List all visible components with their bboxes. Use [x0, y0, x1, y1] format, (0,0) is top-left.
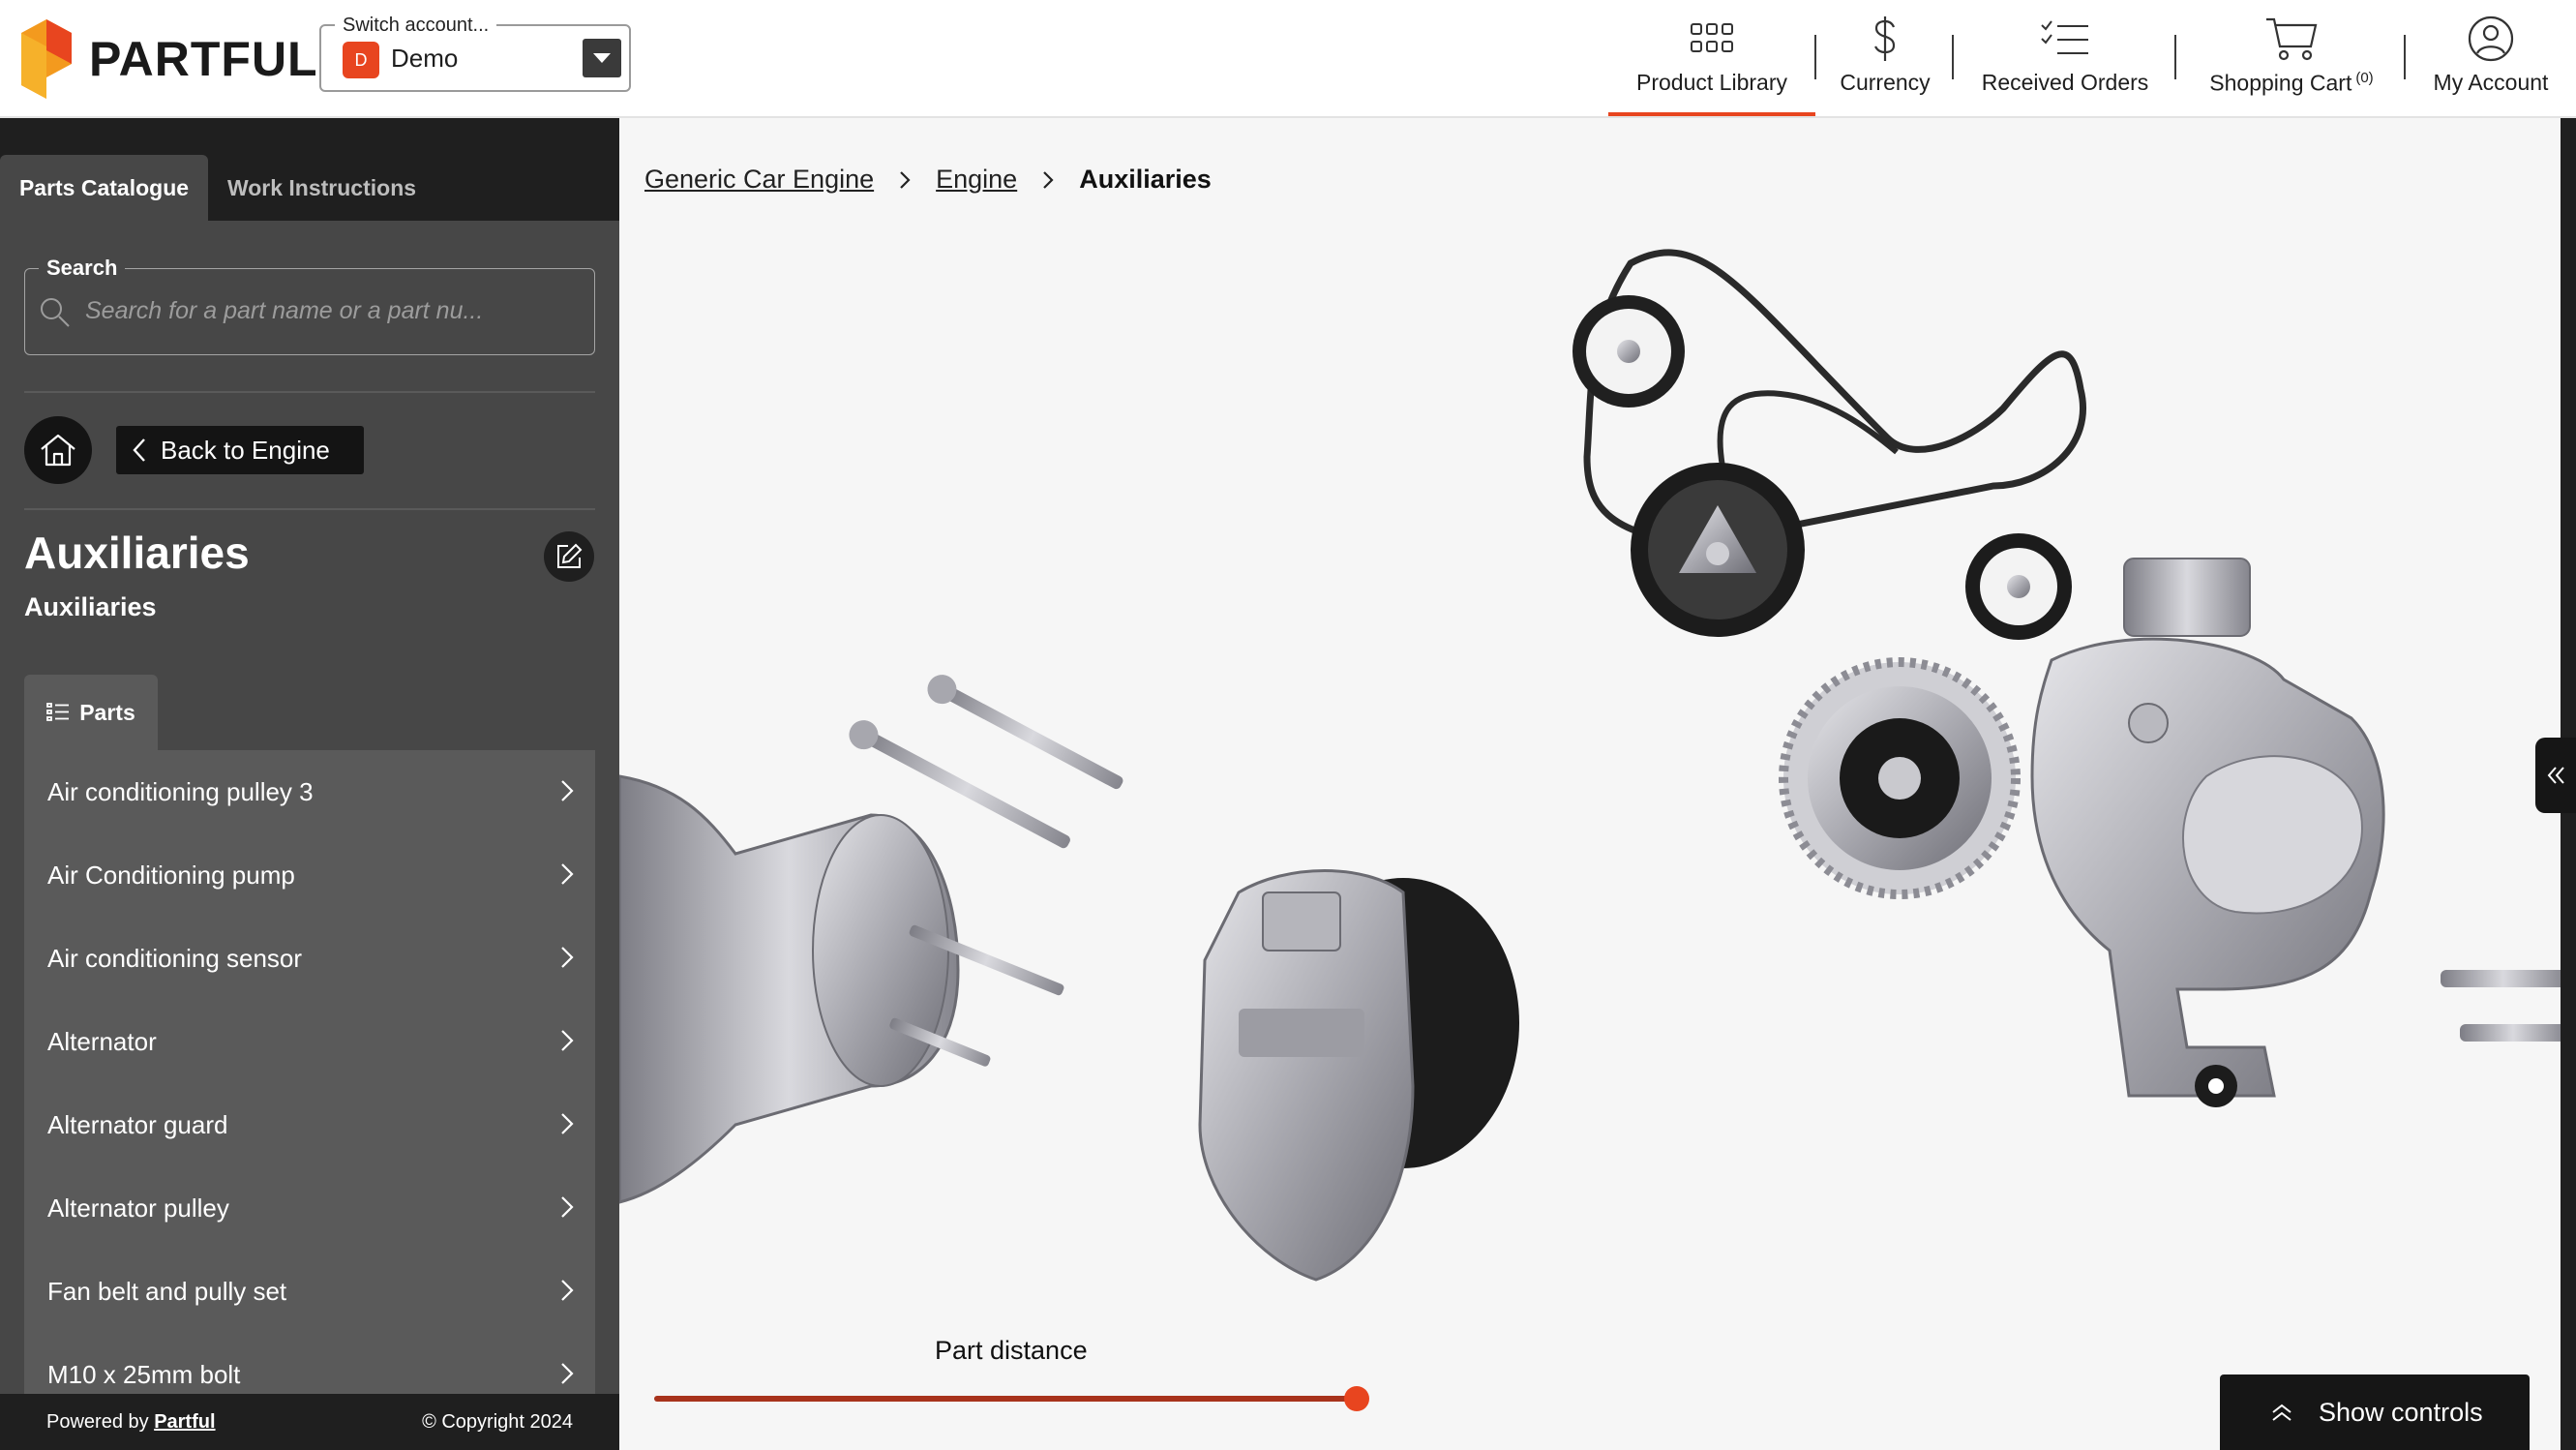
- chevron-right-icon: [561, 1113, 574, 1134]
- chevron-double-up-icon: [2272, 1404, 2291, 1421]
- chevron-right-icon: [1042, 170, 1054, 190]
- account-name: Demo: [391, 44, 459, 73]
- list-item[interactable]: Alternator pulley: [24, 1166, 595, 1250]
- tab-parts[interactable]: Parts: [24, 675, 158, 750]
- divider: [24, 508, 595, 510]
- part-name: Alternator pulley: [47, 1193, 229, 1223]
- dollar-icon: [1871, 14, 1900, 64]
- nav-label: My Account: [2433, 70, 2549, 95]
- nav-label: Product Library: [1636, 70, 1787, 95]
- account-switcher-label: Switch account...: [335, 15, 497, 37]
- chevron-right-icon: [561, 780, 574, 801]
- list-item[interactable]: Air conditioning sensor: [24, 917, 595, 1000]
- list-item[interactable]: Alternator guard: [24, 1083, 595, 1166]
- partful-link[interactable]: Partful: [154, 1411, 215, 1433]
- nav-currency[interactable]: Currency: [1835, 0, 1935, 116]
- section-subtitle: Auxiliaries: [24, 592, 157, 621]
- nav-label: Shopping Cart: [2209, 70, 2352, 96]
- edit-button[interactable]: [544, 531, 594, 582]
- parts-tab-label: Parts: [79, 699, 135, 725]
- list-icon: [46, 703, 70, 721]
- nav-label: Currency: [1840, 70, 1931, 95]
- brand-name: PARTFUL: [89, 32, 318, 86]
- 3d-viewer[interactable]: Generic Car Engine Engine Auxiliaries Pa…: [619, 118, 2561, 1450]
- chevron-right-icon: [561, 1196, 574, 1218]
- chevron-double-left-icon: [2547, 767, 2564, 784]
- nav-divider: [2174, 35, 2176, 79]
- nav-divider: [1814, 35, 1816, 79]
- tab-work-instructions[interactable]: Work Instructions: [208, 155, 435, 221]
- part-name: Alternator guard: [47, 1109, 228, 1139]
- part-name: Alternator: [47, 1026, 157, 1056]
- chevron-right-icon: [899, 170, 911, 190]
- nav-shopping-cart[interactable]: Shopping Cart (0): [2195, 0, 2388, 116]
- part-name: Air conditioning sensor: [47, 943, 303, 973]
- sidebar: Parts Catalogue Work Instructions Search…: [0, 118, 619, 1450]
- chevron-right-icon: [561, 1280, 574, 1301]
- breadcrumb-current: Auxiliaries: [1079, 165, 1212, 194]
- search-label: Search: [39, 256, 126, 281]
- account-switcher[interactable]: Switch account... D Demo: [319, 15, 631, 92]
- back-label: Back to Engine: [161, 435, 330, 465]
- divider: [24, 391, 595, 393]
- home-icon: [41, 434, 75, 467]
- part-distance-slider[interactable]: [654, 1396, 1357, 1402]
- grid-icon: [1690, 14, 1734, 64]
- account-badge: D: [343, 42, 379, 78]
- expand-panel-button[interactable]: [2535, 738, 2576, 813]
- list-item[interactable]: Air conditioning pulley 3: [24, 750, 595, 833]
- nav-divider: [1952, 35, 1954, 79]
- chevron-right-icon: [561, 1363, 574, 1384]
- part-name: Fan belt and pully set: [47, 1276, 287, 1306]
- part-name: M10 x 25mm bolt: [47, 1359, 241, 1389]
- sidebar-tabs: Parts Catalogue Work Instructions: [0, 118, 619, 221]
- part-name: Air Conditioning pump: [47, 860, 295, 890]
- section-title: Auxiliaries: [24, 528, 250, 578]
- user-icon: [2468, 14, 2514, 64]
- search-field: Search: [24, 256, 595, 355]
- nav-product-library[interactable]: Product Library: [1608, 0, 1815, 116]
- breadcrumb: Generic Car Engine Engine Auxiliaries: [644, 165, 1212, 195]
- slider-thumb[interactable]: [1344, 1386, 1369, 1411]
- nav-label: Received Orders: [1981, 70, 2149, 95]
- chevron-right-icon: [561, 863, 574, 885]
- chevron-right-icon: [561, 1030, 574, 1051]
- partful-logo[interactable]: PARTFUL: [21, 19, 318, 99]
- breadcrumb-link[interactable]: Generic Car Engine: [644, 165, 874, 195]
- nav-received-orders[interactable]: Received Orders: [1970, 0, 2160, 116]
- list-item[interactable]: Air Conditioning pump: [24, 833, 595, 917]
- home-button[interactable]: [24, 416, 92, 484]
- slider-label: Part distance: [935, 1336, 1088, 1365]
- partful-logo-icon: [21, 19, 72, 99]
- sidebar-footer: Powered by Partful © Copyright 2024: [0, 1394, 619, 1450]
- tab-parts-catalogue[interactable]: Parts Catalogue: [0, 155, 208, 221]
- show-controls-label: Show controls: [2319, 1397, 2483, 1427]
- copyright: © Copyright 2024: [422, 1411, 573, 1433]
- cart-icon: [2264, 14, 2319, 64]
- breadcrumb-link[interactable]: Engine: [936, 165, 1017, 195]
- search-icon: [39, 296, 72, 334]
- nav-my-account[interactable]: My Account: [2419, 0, 2562, 116]
- checklist-icon: [2040, 14, 2090, 64]
- top-header: PARTFUL Switch account... D Demo Product…: [0, 0, 2576, 118]
- search-input[interactable]: [85, 287, 569, 335]
- edit-icon: [557, 543, 583, 568]
- chevron-left-icon: [133, 438, 145, 462]
- parts-list: Air conditioning pulley 3 Air Conditioni…: [24, 750, 595, 1408]
- back-to-engine-button[interactable]: Back to Engine: [116, 426, 364, 474]
- nav-divider: [2404, 35, 2406, 79]
- engine-auxiliaries-model[interactable]: [619, 118, 2561, 1450]
- part-name: Air conditioning pulley 3: [47, 776, 314, 806]
- list-item[interactable]: Alternator: [24, 1000, 595, 1083]
- list-item[interactable]: Fan belt and pully set: [24, 1250, 595, 1333]
- show-controls-button[interactable]: Show controls: [2220, 1374, 2530, 1450]
- cart-count: (0): [2355, 70, 2374, 86]
- powered-by-label: Powered by: [46, 1411, 149, 1433]
- chevron-down-icon[interactable]: [583, 39, 621, 77]
- chevron-right-icon: [561, 947, 574, 968]
